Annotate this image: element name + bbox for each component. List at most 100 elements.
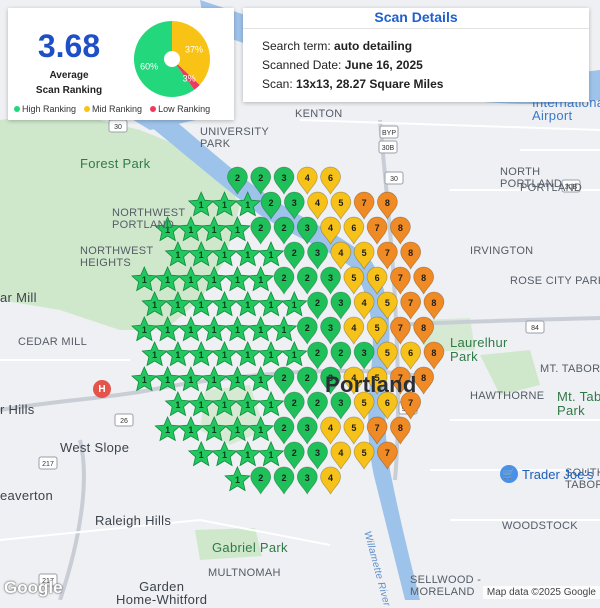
pin-rank-label: 3 xyxy=(305,473,310,483)
pin-rank-label: 2 xyxy=(281,273,286,283)
pin-rank-label: 8 xyxy=(398,423,403,433)
pin-rank-label: 2 xyxy=(305,273,310,283)
pin-rank-label: 1 xyxy=(222,350,227,360)
pin-rank-label: 1 xyxy=(258,325,263,335)
scan-details-title: Scan Details xyxy=(243,8,589,29)
legend-item-mid-ranking: Mid Ranking xyxy=(84,104,142,114)
pin-rank-label: 3 xyxy=(281,173,286,183)
scan-area-label: Scan: xyxy=(262,77,293,91)
map-attribution: Map data ©2025 Google xyxy=(482,586,600,599)
route-shield-label: 30B xyxy=(382,145,395,152)
pin-rank-label: 6 xyxy=(328,173,333,183)
pin-rank-label: 2 xyxy=(292,398,297,408)
pin-rank-label: 1 xyxy=(152,300,157,310)
average-label-line1: Average xyxy=(49,70,89,81)
pin-rank-label: 4 xyxy=(362,298,367,308)
pin-rank-label: 4 xyxy=(351,373,356,383)
pin-rank-label: 1 xyxy=(142,325,147,335)
route-shield-label: BYP xyxy=(382,130,396,137)
pin-rank-label: 3 xyxy=(338,298,343,308)
average-label-line2: Scan Ranking xyxy=(35,85,103,96)
pin-rank-label: 7 xyxy=(408,398,413,408)
legend-item-high-ranking: High Ranking xyxy=(14,104,76,114)
legend-dot xyxy=(84,106,91,112)
pin-rank-label: 3 xyxy=(338,398,343,408)
pin-rank-label: 3 xyxy=(328,273,333,283)
pin-rank-label: 1 xyxy=(281,325,286,335)
pin-rank-label: 1 xyxy=(212,425,217,435)
pin-rank-label: 1 xyxy=(175,300,180,310)
pin-rank-label: 5 xyxy=(375,323,380,333)
pin-rank-label: 1 xyxy=(269,300,274,310)
pin-rank-label: 1 xyxy=(258,275,263,285)
pin-rank-label: 1 xyxy=(188,325,193,335)
scan-area-row: Scan: 13x13, 28.27 Square Miles xyxy=(262,77,443,91)
pin-rank-label: 1 xyxy=(212,325,217,335)
pin-rank-label: 2 xyxy=(292,448,297,458)
pin-rank-label: 2 xyxy=(235,173,240,183)
ranking-legend: High Ranking Mid Ranking Low Ranking xyxy=(14,104,210,114)
pin-rank-label: 2 xyxy=(305,323,310,333)
pin-rank-label: 4 xyxy=(328,423,333,433)
route-shield-label: 30 xyxy=(390,176,398,183)
pin-rank-label: 8 xyxy=(398,223,403,233)
pin-rank-label: 1 xyxy=(235,325,240,335)
pin-rank-label: 1 xyxy=(165,225,170,235)
pin-rank-label: 1 xyxy=(245,400,250,410)
average-ranking-value: 3.68 xyxy=(37,28,101,64)
pin-rank-label: 1 xyxy=(199,400,204,410)
pin-rank-label: 1 xyxy=(258,425,263,435)
pin-rank-label: 1 xyxy=(222,400,227,410)
pin-rank-label: 1 xyxy=(165,425,170,435)
pin-rank-label: 1 xyxy=(269,400,274,410)
pin-rank-label: 1 xyxy=(235,475,240,485)
pin-rank-label: 1 xyxy=(165,375,170,385)
donut-label-low-ranking: 3% xyxy=(183,74,196,84)
pin-rank-label: 3 xyxy=(315,448,320,458)
pin-rank-label: 8 xyxy=(385,198,390,208)
pin-rank-label: 1 xyxy=(212,275,217,285)
pin-rank-label: 1 xyxy=(199,200,204,210)
pin-rank-label: 2 xyxy=(269,198,274,208)
gabriel-park-area xyxy=(195,528,262,560)
scan-area-value: 13x13, 28.27 Square Miles xyxy=(296,77,444,91)
pin-rank-label: 7 xyxy=(375,423,380,433)
pin-rank-label: 2 xyxy=(338,348,343,358)
pin-rank-label: 2 xyxy=(305,373,310,383)
pin-rank-label: 5 xyxy=(385,298,390,308)
pin-rank-label: 2 xyxy=(258,223,263,233)
pin-rank-label: 1 xyxy=(235,225,240,235)
pin-rank-label: 4 xyxy=(315,198,320,208)
scan-details-panel: Scan Details Search term: auto detailing… xyxy=(243,8,589,102)
pin-rank-label: 1 xyxy=(258,375,263,385)
pin-rank-label: 1 xyxy=(235,425,240,435)
pin-rank-label: 7 xyxy=(398,323,403,333)
pin-rank-label: 1 xyxy=(222,200,227,210)
ranking-donut-chart: 37% 3% 60% xyxy=(134,21,210,98)
pin-rank-label: 2 xyxy=(258,173,263,183)
pin-rank-label: 3 xyxy=(328,323,333,333)
pin-rank-label: 1 xyxy=(235,375,240,385)
pin-rank-label: 2 xyxy=(258,473,263,483)
legend-dot xyxy=(150,106,157,112)
pin-rank-label: 2 xyxy=(315,398,320,408)
route-shield-label: 30B xyxy=(565,184,578,191)
pin-rank-label: 3 xyxy=(305,423,310,433)
pin-rank-label: 2 xyxy=(281,373,286,383)
pin-rank-label: 2 xyxy=(315,298,320,308)
legend-item-low-ranking: Low Ranking xyxy=(150,104,210,114)
pin-rank-label: 4 xyxy=(338,248,343,258)
pin-rank-label: 5 xyxy=(338,198,343,208)
legend-label: Low Ranking xyxy=(158,104,211,114)
donut-label-mid-ranking: 37% xyxy=(185,44,203,54)
pin-rank-label: 1 xyxy=(188,275,193,285)
pin-rank-label: 3 xyxy=(328,373,333,383)
pin-rank-label: 1 xyxy=(175,350,180,360)
pin-rank-label: 1 xyxy=(212,375,217,385)
pin-rank-label: 5 xyxy=(362,398,367,408)
pin-rank-label: 1 xyxy=(142,275,147,285)
pin-rank-label: 4 xyxy=(328,473,333,483)
pin-rank-label: 8 xyxy=(408,248,413,258)
pin-rank-label: 1 xyxy=(269,250,274,260)
pin-rank-label: 1 xyxy=(245,300,250,310)
